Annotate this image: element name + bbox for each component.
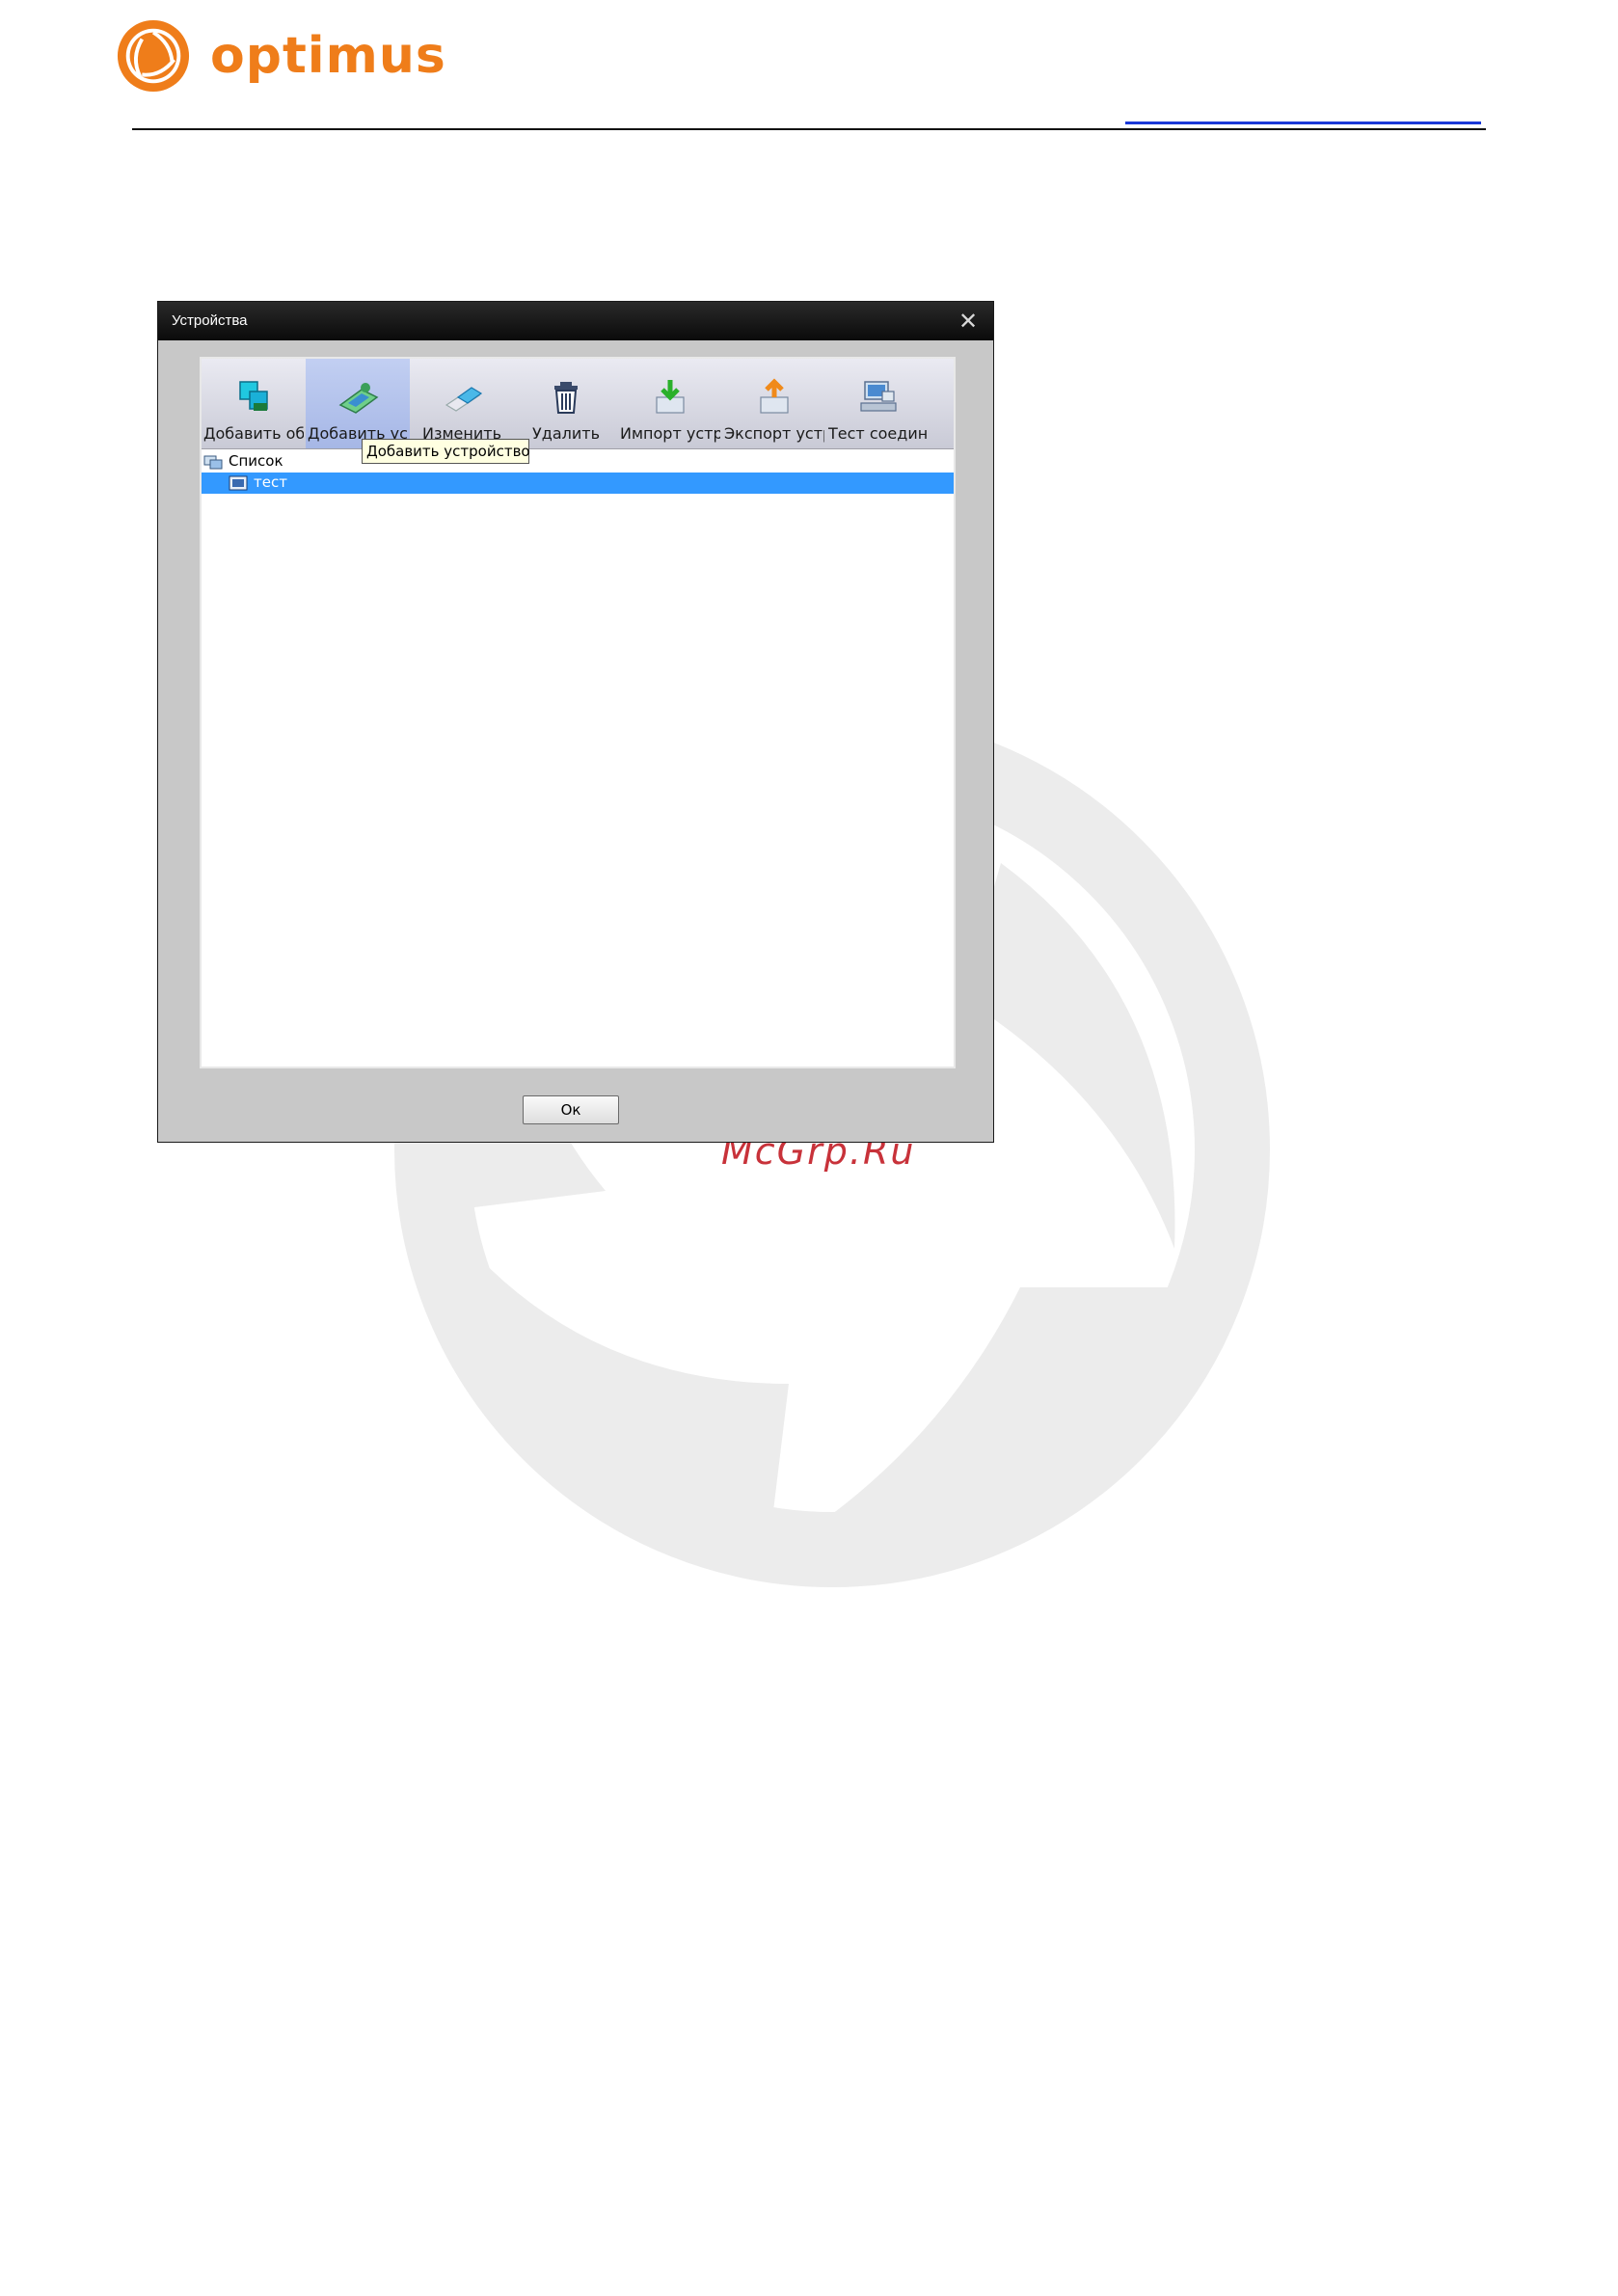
tree-root-list[interactable]: Список xyxy=(202,451,954,473)
device-tree: Список тест xyxy=(202,451,954,1065)
edit-icon xyxy=(445,387,483,412)
export-devices-label: Экспорт устр xyxy=(724,424,824,443)
add-area-button[interactable]: Добавить обл xyxy=(202,359,306,448)
dialog-titlebar[interactable]: Устройства ✕ xyxy=(158,302,993,340)
close-icon[interactable]: ✕ xyxy=(958,308,978,335)
tree-root-label: Список xyxy=(229,452,283,470)
add-device-button[interactable]: Добавить устр xyxy=(306,359,410,448)
tree-item-test[interactable]: тест xyxy=(202,473,954,494)
aperture-logo-icon xyxy=(117,19,190,93)
header-link-underline[interactable] xyxy=(1125,122,1481,124)
add-device-icon xyxy=(338,383,379,414)
trash-icon xyxy=(554,382,578,414)
delete-button[interactable]: Удалить xyxy=(514,359,618,448)
add-area-icon xyxy=(239,381,268,411)
brand-name: optimus xyxy=(210,27,446,85)
group-icon xyxy=(203,455,223,470)
close-button[interactable]: ✕ xyxy=(957,310,980,333)
test-connection-label: Тест соединени xyxy=(828,424,929,443)
devices-dialog: Устройства ✕ Добавить обл Добавить ус Из… xyxy=(157,301,994,1143)
header-divider xyxy=(132,128,1486,130)
devices-panel: Добавить обл Добавить устр Изменить xyxy=(200,357,956,1068)
dialog-title: Устройства xyxy=(172,312,248,329)
tooltip-add-device: Добавить устройство xyxy=(362,439,530,464)
ok-button[interactable]: Ок xyxy=(523,1095,619,1124)
import-icon xyxy=(656,380,685,414)
import-devices-label: Импорт устро xyxy=(620,424,720,443)
test-connection-button[interactable]: Тест соединени xyxy=(826,359,930,448)
export-devices-button[interactable]: Экспорт устр xyxy=(722,359,826,448)
test-connection-icon xyxy=(860,381,897,412)
delete-label: Удалить xyxy=(532,424,600,443)
import-devices-button[interactable]: Импорт устро xyxy=(618,359,722,448)
edit-button[interactable]: Изменить xyxy=(410,359,514,448)
device-icon xyxy=(229,475,248,491)
brand-logo: optimus xyxy=(116,15,446,96)
toolbar: Добавить обл Добавить устр Изменить xyxy=(202,359,954,464)
tree-item-label: тест xyxy=(254,473,287,491)
export-icon xyxy=(760,378,789,414)
add-area-label: Добавить обл xyxy=(203,424,304,443)
